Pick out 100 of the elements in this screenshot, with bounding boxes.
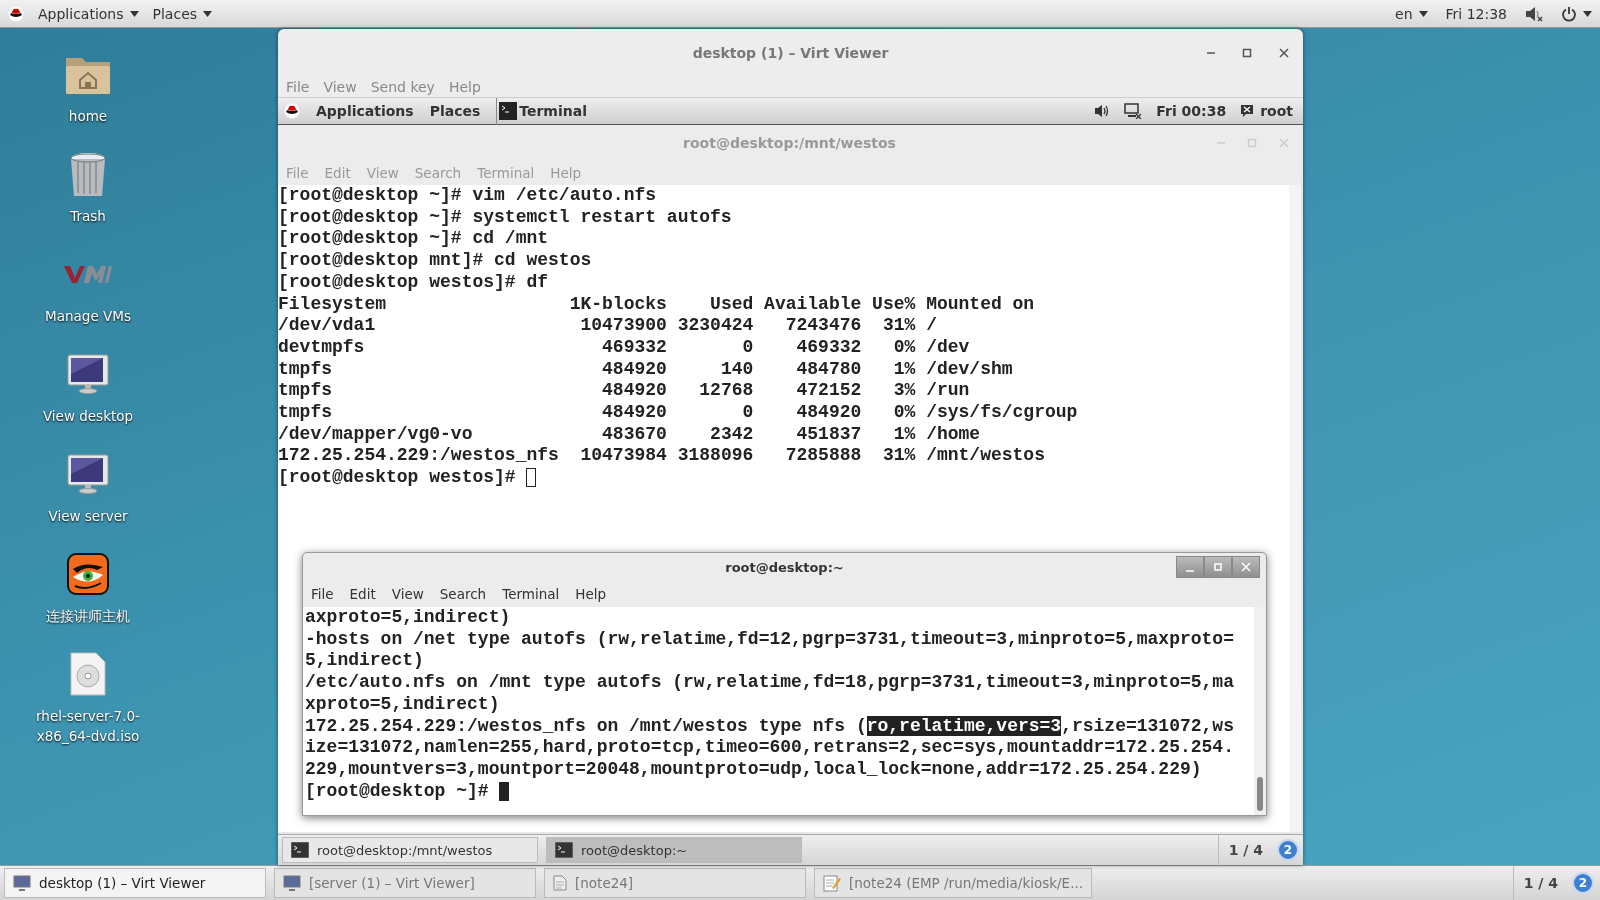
terminal-icon xyxy=(555,842,573,858)
chat-bubble-icon xyxy=(1240,104,1255,118)
menu-item[interactable]: Search xyxy=(439,586,487,602)
speaker-icon[interactable] xyxy=(1094,104,1111,118)
table-cell-text: 31% xyxy=(881,315,916,337)
notification-badge[interactable]: 2 xyxy=(1572,872,1594,894)
monitor-icon xyxy=(283,875,301,891)
table-cell-text: 0% xyxy=(892,402,916,424)
maximize-icon xyxy=(1213,562,1223,572)
menu-button[interactable]: Places xyxy=(429,103,481,119)
maximize-icon[interactable] xyxy=(1242,48,1252,58)
menu-item[interactable]: Terminal xyxy=(502,586,560,602)
window-title: root@desktop:~ xyxy=(725,559,844,575)
terminal-line: /etc/auto.nfs on /mnt type autofs (rw,relatime,fd=18,pgrp=3731,timeout=3,minproto=5,ma xyxy=(305,672,1235,694)
icon-label[interactable]: View desktop xyxy=(42,406,134,426)
workspace-indicator[interactable]: 1 / 4 xyxy=(1523,875,1558,891)
user-menu[interactable]: root xyxy=(1240,103,1293,119)
table-cell-text: tmpfs xyxy=(278,402,333,424)
icon-label[interactable]: Manage VMs xyxy=(45,306,131,326)
taskbar-item[interactable]: root@desktop:/mnt/westos xyxy=(282,837,538,863)
menu-item[interactable]: Edit xyxy=(324,165,351,181)
column-header: 1K-blocks xyxy=(569,293,667,316)
minimize-icon xyxy=(1186,570,1194,572)
menu-item[interactable]: File xyxy=(286,165,309,181)
terminal-line: [root@desktop mnt]# cd westos xyxy=(278,250,593,272)
menu-item[interactable]: View xyxy=(323,79,357,95)
app-button[interactable]: Terminal xyxy=(496,97,587,125)
terminal-line: ize=131072,namlen=255,hard,proto=tcp,timeo=600,retrans=2,sec=sys,mountaddr=172.25.254. xyxy=(305,737,1235,759)
icon-label[interactable]: Trash xyxy=(70,206,106,226)
table-cell-text: 140 xyxy=(719,358,754,381)
close-button[interactable] xyxy=(1232,556,1260,578)
taskbar-item[interactable]: [note24] xyxy=(544,868,806,898)
menu-item[interactable]: Help xyxy=(550,165,582,181)
caret-icon xyxy=(1583,10,1592,17)
menu-item[interactable]: Send key xyxy=(370,79,435,95)
menu-item[interactable]: Help xyxy=(575,586,607,602)
notification-badge[interactable]: 2 xyxy=(1277,839,1299,861)
icon-label[interactable]: View server xyxy=(48,506,128,526)
table-cell-text: 0 xyxy=(741,336,754,359)
taskbar-item[interactable]: root@desktop:~ xyxy=(546,837,802,863)
monitor-icon xyxy=(67,354,109,394)
table-cell-text: 469332 xyxy=(795,336,862,359)
table-cell-text: /sys/fs/cgroup xyxy=(926,402,1079,424)
menu-item[interactable]: View xyxy=(366,165,399,181)
menu-item[interactable]: Terminal xyxy=(477,165,535,181)
table-cell-text: tmpfs xyxy=(278,358,333,381)
clock[interactable]: Fri 00:38 xyxy=(1156,103,1227,119)
table-cell-text: /dev/vda1 xyxy=(278,315,377,337)
caret-icon xyxy=(1418,10,1428,17)
icon-label[interactable]: home xyxy=(68,106,108,126)
table-cell-text: /run xyxy=(926,380,971,403)
table-cell-text: 469332 xyxy=(601,336,667,359)
text-cursor xyxy=(526,468,537,488)
table-cell-text: 483670 xyxy=(601,423,667,446)
redhat-icon xyxy=(284,103,300,119)
taskbar-item[interactable]: desktop (1) – Virt Viewer xyxy=(4,868,266,898)
icon-label[interactable]: 连接讲师主机 xyxy=(46,606,130,626)
redhat-icon xyxy=(8,5,24,22)
terminal-line: axproto=5,indirect) xyxy=(305,607,512,629)
terminal-line: [root@desktop ~]# systemctl restart autofs xyxy=(278,206,733,229)
menu-button[interactable]: Applications xyxy=(38,5,139,22)
taskbar-item[interactable]: [note24 (EMP /run/media/kiosk/E... xyxy=(814,868,1092,898)
terminal-prompt: [root@desktop ~]# xyxy=(305,780,489,803)
table-cell-text: /mnt/westos xyxy=(926,445,1046,468)
network-icon[interactable] xyxy=(1124,103,1143,119)
document-icon xyxy=(553,875,567,891)
menu-item[interactable]: Search xyxy=(414,165,462,181)
taskbar-item[interactable]: [server (1) – Virt Viewer] xyxy=(274,868,536,898)
table-cell-text: /home xyxy=(926,423,982,446)
table-cell-text: 472152 xyxy=(795,380,862,403)
table-cell-text: 484920 xyxy=(795,402,862,424)
menu-item[interactable]: Help xyxy=(448,79,481,95)
menu-item[interactable]: Edit xyxy=(349,586,376,602)
power-menu[interactable] xyxy=(1561,5,1592,22)
terminal-prompt: [root@desktop westos]# xyxy=(278,467,516,489)
power-icon xyxy=(1561,5,1577,22)
monitor-icon xyxy=(13,875,31,891)
menu-button[interactable]: Places xyxy=(152,5,213,22)
disc-file-icon xyxy=(70,652,106,696)
menu-button[interactable]: Applications xyxy=(316,103,414,119)
workspace-indicator[interactable]: 1 / 4 xyxy=(1228,842,1263,858)
maximize-button[interactable] xyxy=(1204,556,1232,578)
icon-label[interactable]: rhel-server-7.0-x86_64-dvd.iso xyxy=(26,706,150,746)
table-cell-text: /dev/shm xyxy=(926,358,1014,381)
scroll-thumb[interactable] xyxy=(1257,777,1263,811)
menu-item[interactable]: File xyxy=(311,586,334,602)
speaker-muted-icon[interactable] xyxy=(1525,5,1543,22)
minimize-button[interactable] xyxy=(1176,556,1204,578)
vm-logo-icon xyxy=(64,264,112,284)
caret-icon xyxy=(203,10,213,17)
terminal-line: [root@desktop ~]# vim /etc/auto.nfs xyxy=(278,185,658,207)
table-cell-text: 0% xyxy=(892,336,916,359)
scrollbar[interactable] xyxy=(1254,607,1266,815)
clock[interactable]: Fri 12:38 xyxy=(1445,5,1507,22)
menu-item[interactable]: View xyxy=(391,586,424,602)
table-cell-text: 0 xyxy=(741,402,754,424)
column-header: Available xyxy=(764,293,862,316)
close-icon[interactable] xyxy=(1279,48,1289,58)
menu-item[interactable]: File xyxy=(286,79,310,95)
language-menu[interactable]: en xyxy=(1395,5,1428,22)
